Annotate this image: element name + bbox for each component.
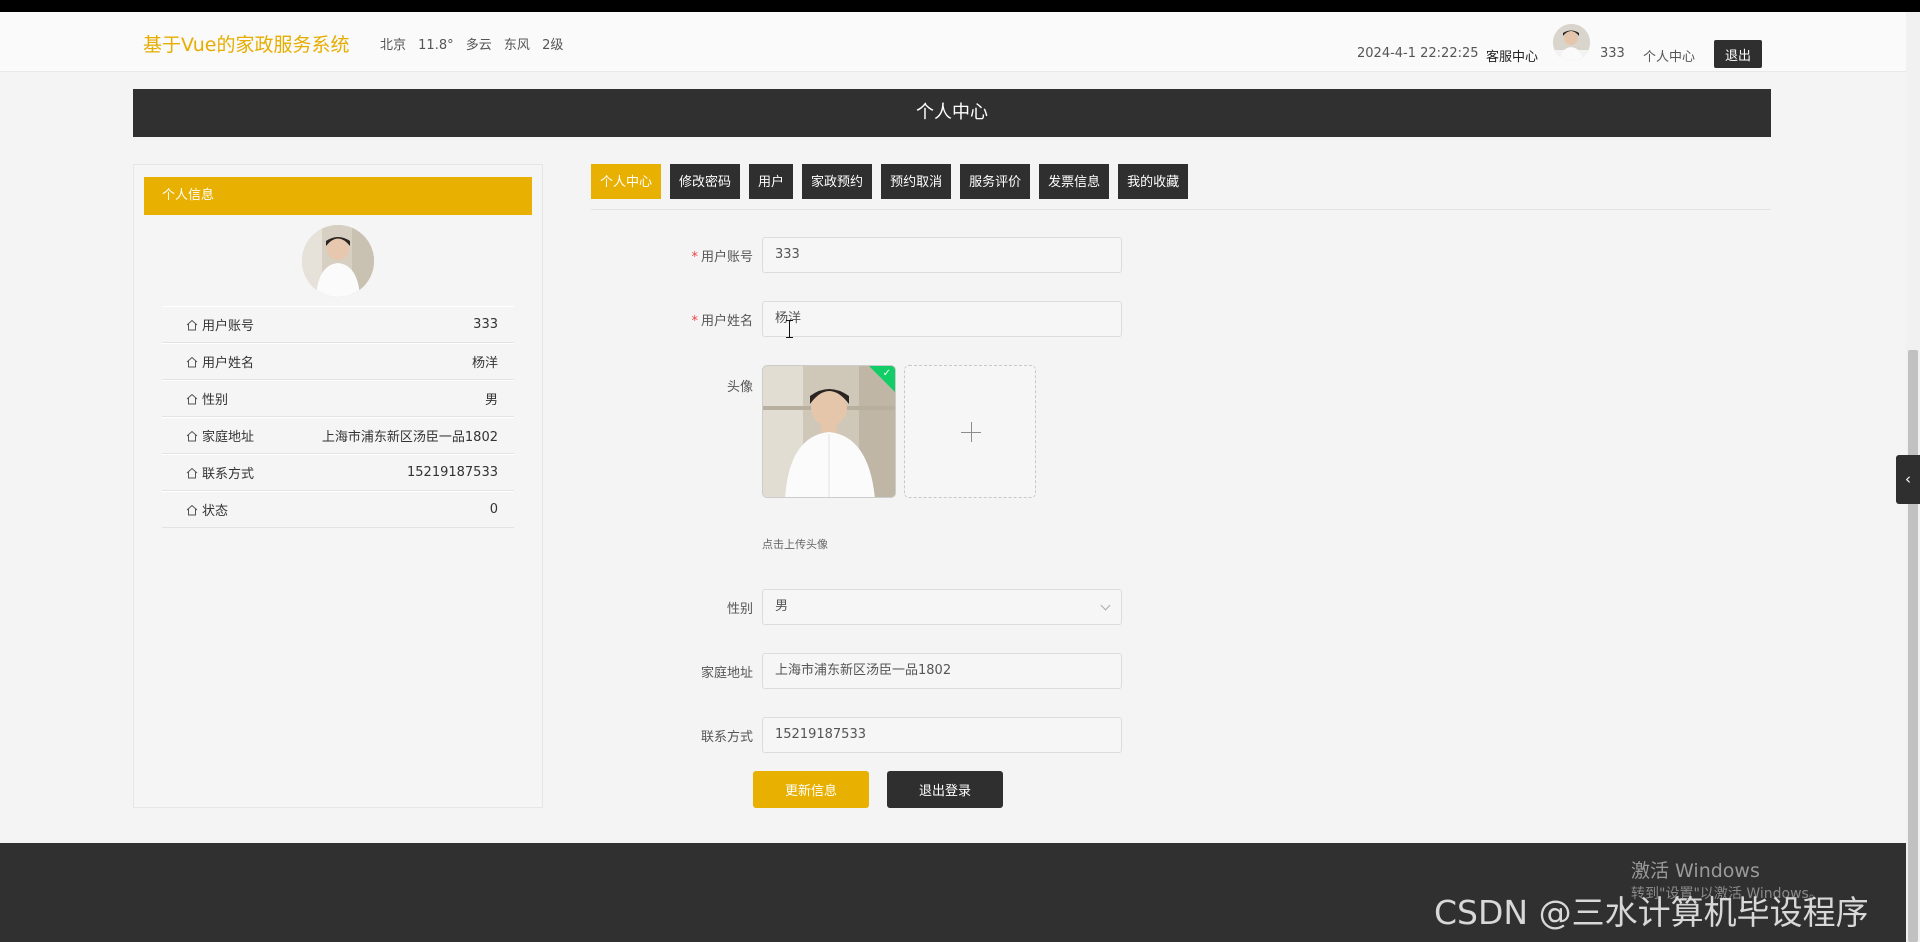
profile-card-heading: 个人信息 [144, 177, 532, 215]
account-label: * 用户账号 [691, 250, 753, 265]
chevron-down-icon [1100, 600, 1111, 611]
header-username[interactable]: 333 [1600, 46, 1625, 61]
avatar-label: 头像 [726, 380, 753, 395]
address-label: 家庭地址 [700, 666, 753, 681]
tab-my-favorites[interactable]: 我的收藏 [1118, 164, 1189, 199]
gender-select[interactable]: 男 [762, 589, 1122, 625]
check-icon: ✓ [882, 368, 891, 379]
list-item: 用户账号 333 [162, 306, 514, 343]
info-key-status: 状态 [202, 504, 229, 519]
scrollbar-thumb[interactable] [1908, 350, 1918, 942]
info-value-name: 杨洋 [471, 356, 498, 371]
info-key-account: 用户账号 [202, 319, 255, 334]
text-cursor [786, 320, 793, 338]
phone-input[interactable]: 15219187533 [762, 717, 1122, 753]
tab-user[interactable]: 用户 [749, 164, 794, 199]
avatar-upload-hint: 点击上传头像 [762, 538, 828, 551]
tab-invoice-info[interactable]: 发票信息 [1039, 164, 1110, 199]
home-icon [186, 467, 198, 478]
weather-widget: 北京 11.8° 多云 东风 2级 [380, 34, 571, 53]
avatar-upload-button[interactable] [904, 365, 1036, 498]
header-datetime: 2024-4-1 22:22:25 [1357, 46, 1479, 61]
weather-wind: 东风 [503, 38, 530, 53]
list-item: 家庭地址 上海市浦东新区汤臣一品1802 [162, 417, 514, 454]
name-label: * 用户姓名 [691, 314, 753, 329]
logout-account-button[interactable]: 退出登录 [887, 771, 1003, 808]
page-title: 个人中心 [133, 89, 1771, 137]
account-input[interactable]: 333 [762, 237, 1122, 273]
weather-condition: 多云 [465, 38, 492, 53]
service-center-link[interactable]: 客服中心 [1486, 46, 1538, 65]
info-key-phone: 联系方式 [202, 467, 255, 482]
plus-icon-vertical [971, 422, 972, 442]
weather-level: 2级 [542, 38, 564, 53]
list-item: 用户姓名 杨洋 [162, 343, 514, 380]
tabs-divider [591, 209, 1771, 210]
address-input[interactable]: 上海市浦东新区汤臣一品1802 [762, 653, 1122, 689]
phone-label: 联系方式 [700, 730, 753, 745]
weather-city: 北京 [380, 38, 407, 53]
list-item: 联系方式 15219187533 [162, 454, 514, 491]
header-avatar[interactable] [1553, 24, 1590, 61]
update-info-button[interactable]: 更新信息 [753, 771, 869, 808]
info-key-name: 用户姓名 [202, 356, 255, 371]
home-icon [186, 430, 198, 441]
list-item: 性别 男 [162, 380, 514, 417]
info-value-phone: 15219187533 [407, 465, 498, 480]
home-icon [186, 356, 198, 367]
uploaded-avatar[interactable]: ✓ [762, 365, 896, 498]
windows-activation-title: 激活 Windows [1631, 860, 1760, 882]
top-header: 基于Vue的家政服务系统 北京 11.8° 多云 东风 2级 2024-4-1 … [0, 12, 1906, 72]
home-icon [186, 393, 198, 404]
tab-booking-cancel[interactable]: 预约取消 [881, 164, 952, 199]
tab-service-review[interactable]: 服务评价 [960, 164, 1031, 199]
chevron-left-icon[interactable]: ‹ [1896, 455, 1920, 504]
profile-info-list: 用户账号 333 用户姓名 杨洋 性别 男 家庭地址 上海市浦东新区汤臣一品18… [162, 306, 514, 528]
info-key-address: 家庭地址 [202, 430, 255, 445]
name-input[interactable]: 杨洋 [762, 301, 1122, 337]
info-value-status: 0 [489, 502, 498, 517]
home-icon [186, 504, 198, 515]
info-key-gender: 性别 [202, 393, 229, 408]
gender-label: 性别 [726, 602, 753, 617]
tab-change-password[interactable]: 修改密码 [670, 164, 741, 199]
home-icon [186, 319, 198, 330]
window-top-bar [0, 0, 1920, 12]
info-value-account: 333 [473, 317, 498, 332]
tab-personal-center[interactable]: 个人中心 [591, 164, 662, 199]
header-logout-button[interactable]: 退出 [1714, 40, 1762, 68]
gender-select-value: 男 [775, 599, 789, 614]
tab-housekeeping-booking[interactable]: 家政预约 [802, 164, 873, 199]
info-value-gender: 男 [484, 393, 498, 408]
profile-tabs: 个人中心 修改密码 用户 家政预约 预约取消 服务评价 发票信息 我的收藏 [591, 164, 1197, 199]
weather-temp: 11.8° [418, 38, 454, 53]
personal-center-link[interactable]: 个人中心 [1643, 46, 1695, 65]
profile-card: 个人信息 用户账号 333 用户姓名 杨洋 性别 男 家庭地址 上海市浦东新区汤… [133, 164, 543, 808]
csdn-watermark: CSDN @三水计算机毕设程序 [1434, 893, 1869, 932]
list-item: 状态 0 [162, 491, 514, 528]
info-value-address: 上海市浦东新区汤臣一品1802 [321, 430, 498, 445]
profile-avatar [302, 225, 374, 297]
site-title[interactable]: 基于Vue的家政服务系统 [143, 30, 349, 57]
